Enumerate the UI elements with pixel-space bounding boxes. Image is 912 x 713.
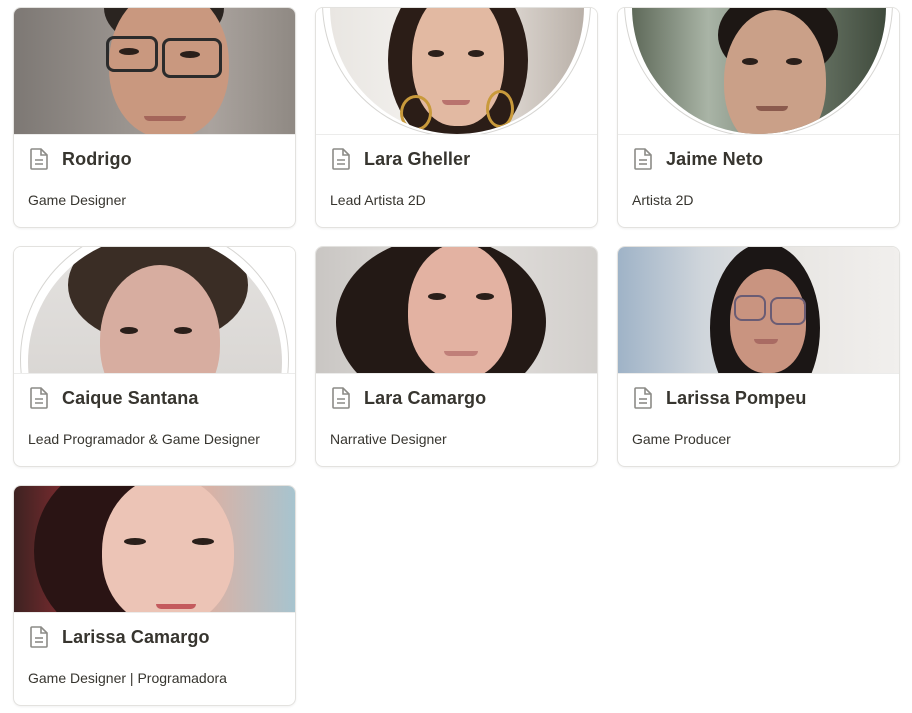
card-name: Lara Gheller — [364, 148, 471, 169]
card-cover-photo — [316, 247, 597, 374]
card-title: Larissa Camargo — [28, 625, 210, 649]
card-title: Lara Gheller — [330, 147, 470, 171]
page-icon — [332, 387, 350, 409]
card-role: Lead Programador & Game Designer — [28, 431, 260, 447]
card-role: Game Designer — [28, 192, 127, 208]
gallery-view: Rodrigo Game Designer Lara Gheller Lead … — [13, 7, 900, 706]
card-name: Jaime Neto — [666, 148, 764, 169]
page-icon — [30, 626, 48, 648]
gallery-card-jaime-neto[interactable]: Jaime Neto Artista 2D — [617, 7, 900, 228]
card-name: Caique Santana — [62, 387, 199, 408]
gallery-card-caique-santana[interactable]: Caique Santana Lead Programador & Game D… — [13, 246, 296, 467]
card-role: Game Producer — [632, 431, 731, 447]
gallery-card-lara-gheller[interactable]: Lara Gheller Lead Artista 2D — [315, 7, 598, 228]
card-cover-photo — [14, 486, 295, 613]
card-cover-photo — [618, 247, 899, 374]
card-role: Lead Artista 2D — [330, 192, 426, 208]
card-cover-photo — [14, 8, 295, 135]
gallery-card-rodrigo[interactable]: Rodrigo Game Designer — [13, 7, 296, 228]
card-name: Lara Camargo — [364, 387, 487, 408]
page-icon — [634, 148, 652, 170]
card-role: Narrative Designer — [330, 431, 447, 447]
card-title: Jaime Neto — [632, 147, 763, 171]
card-title: Larissa Pompeu — [632, 386, 806, 410]
gallery-card-lara-camargo[interactable]: Lara Camargo Narrative Designer — [315, 246, 598, 467]
gallery-card-larissa-pompeu[interactable]: Larissa Pompeu Game Producer — [617, 246, 900, 467]
card-cover-photo — [618, 8, 899, 135]
card-cover-photo — [14, 247, 295, 374]
card-title: Lara Camargo — [330, 386, 486, 410]
card-title: Caique Santana — [28, 386, 198, 410]
card-name: Larissa Camargo — [62, 626, 210, 647]
card-title: Rodrigo — [28, 147, 132, 171]
card-name: Larissa Pompeu — [666, 387, 807, 408]
page-icon — [332, 148, 350, 170]
card-name: Rodrigo — [62, 148, 132, 169]
card-role: Game Designer | Programadora — [28, 670, 227, 686]
card-cover-photo — [316, 8, 597, 135]
page-icon — [30, 148, 48, 170]
page-icon — [30, 387, 48, 409]
card-role: Artista 2D — [632, 192, 694, 208]
gallery-card-larissa-camargo[interactable]: Larissa Camargo Game Designer | Programa… — [13, 485, 296, 706]
page-icon — [634, 387, 652, 409]
